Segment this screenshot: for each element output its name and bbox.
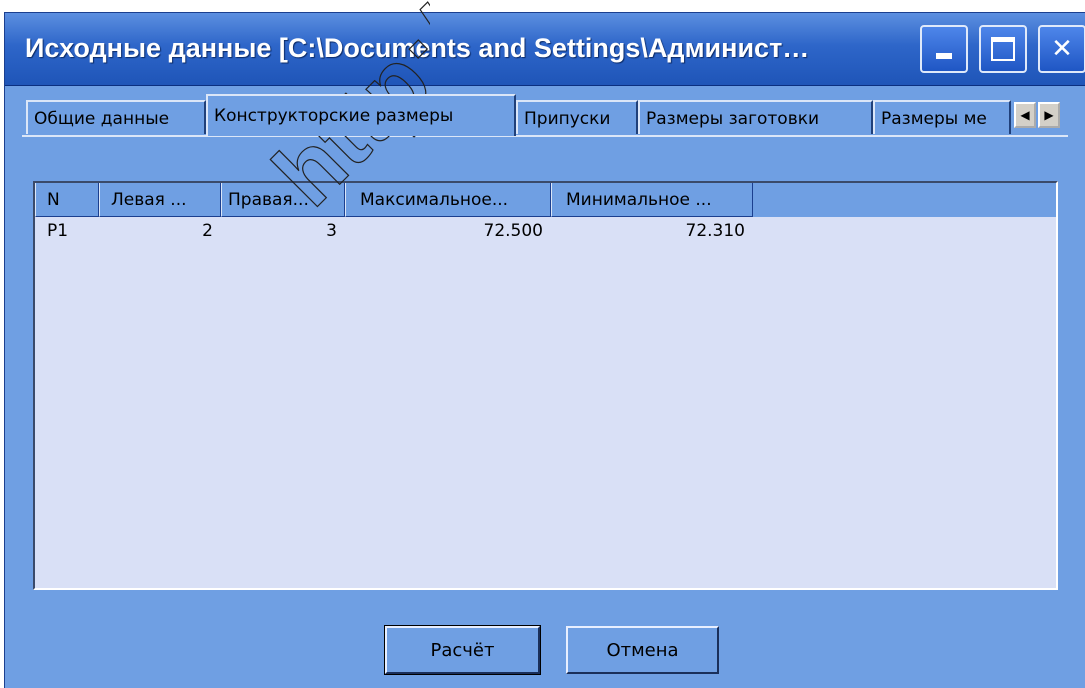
column-header-n[interactable]: N <box>35 183 99 217</box>
column-header-min[interactable]: Минимальное ... <box>551 183 753 217</box>
minimize-button[interactable] <box>920 25 968 73</box>
calculate-button[interactable]: Расчёт <box>384 625 541 675</box>
column-header-left[interactable]: Левая ... <box>99 183 221 217</box>
tab-scroll-right-icon[interactable]: ▶ <box>1038 102 1060 128</box>
dimensions-grid[interactable]: N Левая ... Правая... Максимальное... Ми… <box>33 181 1058 590</box>
tab-blank-dimensions[interactable]: Размеры заготовки <box>638 100 873 134</box>
cell-max: 72.500 <box>483 221 543 241</box>
cell-n: P1 <box>47 221 69 241</box>
tab-design-dimensions[interactable]: Конструкторские размеры <box>206 94 516 136</box>
close-button[interactable]: ✕ <box>1038 25 1085 73</box>
table-row[interactable]: P1 2 3 72.500 72.310 <box>35 217 1056 245</box>
cell-right: 3 <box>326 221 337 241</box>
cell-left: 2 <box>202 221 213 241</box>
window-title: Исходные данные [C:\Documents and Settin… <box>25 33 810 63</box>
grid-header: N Левая ... Правая... Максимальное... Ми… <box>35 183 1056 217</box>
column-header-max[interactable]: Максимальное... <box>345 183 551 217</box>
tab-scroll-left-icon[interactable]: ◀ <box>1014 102 1036 128</box>
minimize-icon <box>936 53 952 59</box>
title-bar[interactable]: Исходные данные [C:\Documents and Settin… <box>5 13 1085 86</box>
tab-panel-edge <box>22 135 1068 137</box>
cell-min: 72.310 <box>685 221 745 241</box>
tab-strip: Общие данные Конструкторские размеры При… <box>26 94 1066 136</box>
tab-dimensions-more[interactable]: Размеры ме <box>873 100 1011 134</box>
tab-general[interactable]: Общие данные <box>26 100 206 134</box>
maximize-button[interactable] <box>979 25 1027 73</box>
close-icon: ✕ <box>1051 34 1073 64</box>
maximize-icon <box>991 37 1015 61</box>
tab-allowances[interactable]: Припуски <box>516 100 638 134</box>
column-header-right[interactable]: Правая... <box>221 183 345 217</box>
cancel-button[interactable]: Отмена <box>566 626 719 674</box>
